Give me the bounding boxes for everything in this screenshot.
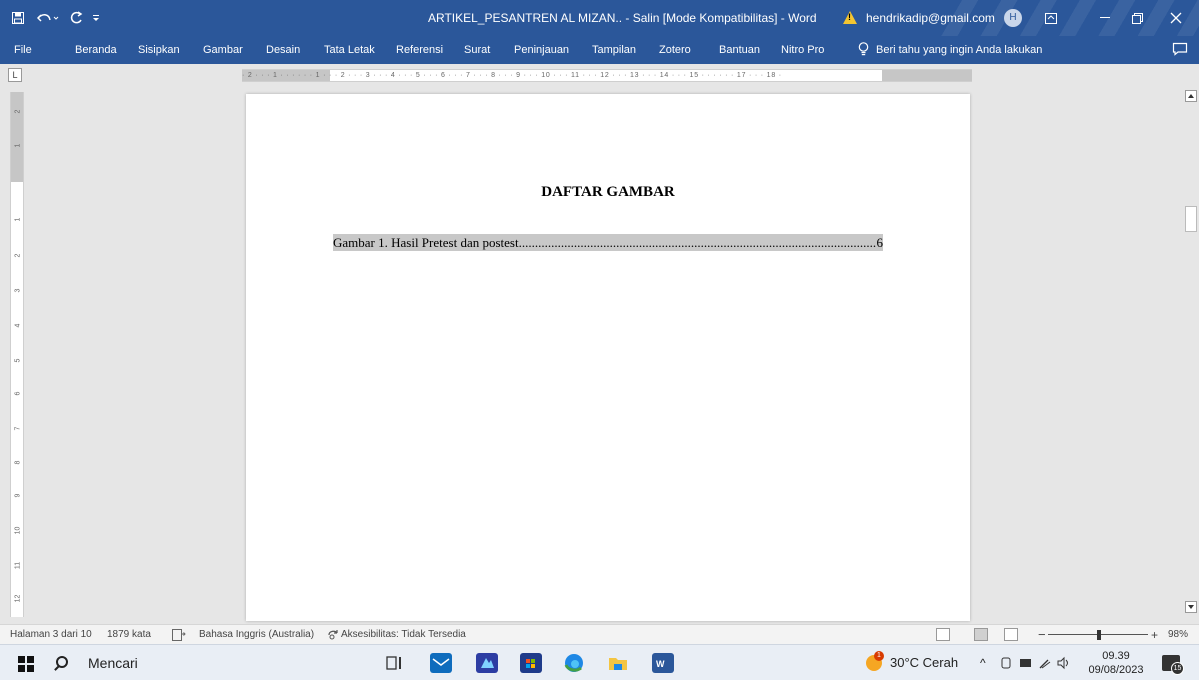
tab-file[interactable]: File	[14, 36, 32, 64]
tray-icons	[1000, 645, 1072, 680]
tab-surat[interactable]: Surat	[464, 36, 490, 64]
ruler-row: L · 2 · · · 1 · · · · · · 1 · · · 2 · · …	[0, 64, 1199, 86]
read-mode-icon[interactable]	[936, 628, 950, 641]
taskbar-clock[interactable]: 09.39 09/08/2023	[1088, 649, 1144, 677]
minimize-icon[interactable]	[1090, 0, 1120, 36]
top-margin-area	[11, 92, 23, 182]
comment-icon[interactable]	[1172, 42, 1188, 56]
proofing-icon[interactable]	[172, 625, 186, 645]
vruler-tick: 10	[14, 526, 22, 535]
vruler-tick: 2	[14, 253, 22, 258]
weather-icon[interactable]	[866, 651, 884, 671]
tray-overflow-chevron-icon[interactable]: ^	[980, 645, 986, 680]
tab-peninjauan[interactable]: Peninjauan	[514, 36, 569, 64]
taskbar-search[interactable]: Mencari	[88, 645, 138, 680]
close-icon[interactable]	[1160, 0, 1192, 36]
web-layout-icon[interactable]	[1004, 628, 1018, 641]
vruler-tick: 6	[14, 391, 22, 396]
clock-time: 09.39	[1102, 650, 1130, 662]
tab-sisipkan[interactable]: Sisipkan	[138, 36, 180, 64]
word-count[interactable]: 1879 kata	[107, 625, 151, 645]
tab-nitro-pro[interactable]: Nitro Pro	[781, 36, 824, 64]
document-title: ARTIKEL_PESANTREN AL MIZAN.. - Salin [Mo…	[428, 11, 817, 25]
notification-icon[interactable]: 15	[1162, 655, 1184, 675]
vruler-tick: 1	[14, 143, 22, 148]
horizontal-ruler[interactable]: · 2 · · · 1 · · · · · · 1 · · · 2 · · · …	[242, 69, 972, 82]
file-explorer-icon[interactable]	[607, 653, 629, 673]
notification-count: 15	[1171, 662, 1184, 675]
tab-tata-letak[interactable]: Tata Letak	[324, 36, 375, 64]
store-app-icon[interactable]	[520, 653, 542, 673]
zoom-out-button[interactable]: −	[1038, 625, 1046, 645]
tab-beranda[interactable]: Beranda	[75, 36, 117, 64]
vruler-tick: 8	[14, 460, 22, 465]
search-icon	[56, 656, 68, 668]
vruler-tick: 5	[14, 358, 22, 363]
photo-app-icon[interactable]	[476, 653, 498, 673]
ribbon-display-options-icon[interactable]	[1040, 0, 1062, 36]
tab-bantuan[interactable]: Bantuan	[719, 36, 760, 64]
weather-text[interactable]: 30°C Cerah	[890, 645, 958, 680]
accessibility-status[interactable]: Aksesibilitas: Tidak Tersedia	[341, 625, 466, 645]
zoom-in-button[interactable]: +	[1151, 625, 1158, 645]
tell-me-input[interactable]: Beri tahu yang ingin Anda lakukan	[876, 36, 1042, 64]
vruler-tick: 2	[14, 109, 22, 114]
tab-desain[interactable]: Desain	[266, 36, 300, 64]
accessibility-icon[interactable]	[327, 625, 339, 645]
vruler-tick: 4	[14, 323, 22, 328]
language-indicator[interactable]: Bahasa Inggris (Australia)	[199, 625, 314, 645]
mail-app-icon[interactable]	[430, 653, 452, 673]
restore-icon[interactable]	[1122, 0, 1152, 36]
taskbar: Mencari W 30°C Cerah ^ 09.39 09/08/2023	[0, 644, 1199, 680]
lightbulb-icon[interactable]	[858, 42, 869, 56]
table-of-figures-entry[interactable]: Gambar 1. Hasil Pretest dan postest 6	[333, 234, 883, 251]
avatar[interactable]: H	[1004, 9, 1022, 27]
start-icon[interactable]	[18, 656, 34, 672]
zoom-level[interactable]: 98%	[1168, 625, 1188, 645]
word-app-icon[interactable]: W	[652, 653, 674, 673]
vruler-tick: 11	[14, 561, 22, 570]
print-layout-icon[interactable]	[974, 628, 988, 641]
vruler-tick: 9	[14, 493, 22, 498]
title-bar: ARTIKEL_PESANTREN AL MIZAN.. - Salin [Mo…	[0, 0, 1199, 36]
status-bar: Halaman 3 dari 10 1879 kata Bahasa Inggr…	[0, 624, 1199, 644]
tab-referensi[interactable]: Referensi	[396, 36, 443, 64]
clock-date: 09/08/2023	[1088, 664, 1144, 676]
toc-entry-text[interactable]: Gambar 1. Hasil Pretest dan postest	[333, 234, 519, 251]
vertical-scrollbar[interactable]	[1183, 86, 1199, 621]
zoom-slider-thumb[interactable]	[1097, 630, 1101, 640]
customize-toolbar-icon[interactable]	[88, 0, 104, 36]
scroll-down-arrow-icon[interactable]	[1185, 601, 1197, 613]
edge-browser-icon[interactable]	[563, 653, 585, 673]
svg-text:W: W	[656, 659, 665, 669]
page-count[interactable]: Halaman 3 dari 10	[10, 625, 92, 645]
task-view-icon[interactable]	[384, 653, 406, 673]
toc-page-number[interactable]: 6	[877, 234, 884, 251]
vruler-tick: 3	[14, 288, 22, 293]
tab-zotero[interactable]: Zotero	[659, 36, 691, 64]
page-heading[interactable]: DAFTAR GAMBAR	[246, 184, 970, 201]
ribbon-tabs: File Beranda Sisipkan Gambar Desain Tata…	[0, 36, 1199, 64]
vruler-tick: 7	[14, 426, 22, 431]
scroll-up-arrow-icon[interactable]	[1185, 90, 1197, 102]
tab-gambar[interactable]: Gambar	[203, 36, 243, 64]
vruler-tick: 12	[14, 594, 22, 603]
redo-icon[interactable]	[64, 0, 88, 36]
save-icon[interactable]	[6, 0, 30, 36]
undo-icon[interactable]	[32, 0, 64, 36]
toc-leader-dots	[519, 234, 877, 251]
document-page[interactable]: DAFTAR GAMBAR Gambar 1. Hasil Pretest da…	[246, 94, 970, 621]
vertical-ruler[interactable]: 2 1 1 2 3 4 5 6 7 8 9 10 11 12	[10, 92, 24, 617]
vruler-tick: 1	[14, 217, 22, 222]
tab-tampilan[interactable]: Tampilan	[592, 36, 636, 64]
account-email[interactable]: hendrikadip@gmail.com	[866, 0, 995, 36]
warning-mark: !	[848, 12, 851, 22]
tab-selector[interactable]: L	[8, 68, 22, 82]
scrollbar-thumb[interactable]	[1185, 206, 1197, 232]
ruler-ticks: · 2 · · · 1 · · · · · · 1 · · · 2 · · · …	[242, 72, 782, 79]
